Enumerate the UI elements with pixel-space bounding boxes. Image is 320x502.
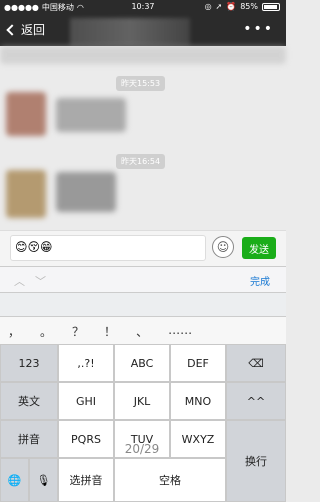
globe-icon[interactable]: 🌐: [0, 458, 29, 502]
key-123[interactable]: 123: [0, 344, 58, 382]
key-def[interactable]: DEF: [170, 344, 226, 382]
page-indicator: 20/29: [124, 442, 160, 456]
chevron-left-icon: [6, 23, 18, 36]
key-english[interactable]: 英文: [0, 382, 58, 420]
status-bar: ●●●●● 中国移动 ◠ 10:37 ◎ ➚ ⏰ 85%: [0, 0, 286, 14]
input-bar: 😊😚😁 ☺ 发送: [0, 230, 286, 266]
avatar[interactable]: [6, 170, 46, 218]
candidate-item[interactable]: ！: [104, 323, 116, 340]
key-group-left: 🌐 🎙: [0, 458, 58, 502]
timestamp: 昨天16:54: [116, 154, 166, 169]
back-button[interactable]: 返回: [6, 21, 46, 38]
key-mno[interactable]: MNO: [170, 382, 226, 420]
emoji-icon[interactable]: ☺: [212, 236, 234, 258]
direction-icon: ➚: [215, 2, 223, 11]
candidate-item[interactable]: ……: [168, 323, 192, 340]
battery-percent: 85%: [240, 2, 258, 11]
back-label: 返回: [21, 23, 46, 37]
backspace-icon[interactable]: ⌫: [226, 344, 286, 382]
key-select-pinyin[interactable]: 选拼音: [58, 458, 114, 502]
more-button[interactable]: •••: [243, 21, 274, 37]
timestamp: 昨天15:53: [116, 76, 166, 91]
alarm-icon: ⏰: [226, 2, 237, 11]
chat-area[interactable]: 昨天15:53 昨天16:54: [0, 46, 286, 230]
nav-bar: 返回 •••: [0, 14, 286, 46]
avatar[interactable]: [6, 92, 46, 136]
keyboard: 123 ,.?! ABC DEF ⌫ 英文 GHI JKL MNO ^^ 拼音 …: [0, 344, 286, 502]
microphone-icon[interactable]: 🎙: [29, 458, 58, 502]
key-space[interactable]: 空格: [114, 458, 226, 502]
clock: 10:37: [131, 2, 155, 11]
candidate-item[interactable]: ，: [8, 323, 20, 340]
key-wxyz[interactable]: WXYZ: [170, 420, 226, 458]
chevron-up-icon[interactable]: ︿: [14, 273, 25, 289]
page-title-redacted: [70, 18, 190, 46]
key-punct[interactable]: ,.?!: [58, 344, 114, 382]
message-bubble-redacted[interactable]: [56, 172, 116, 212]
key-ghi[interactable]: GHI: [58, 382, 114, 420]
candidate-item[interactable]: 。: [40, 323, 52, 340]
candidate-item[interactable]: ？: [72, 323, 84, 340]
key-pqrs[interactable]: PQRS: [58, 420, 114, 458]
message-input[interactable]: 😊😚😁: [10, 235, 206, 261]
candidate-item[interactable]: 、: [136, 323, 148, 340]
location-icon: ◎: [204, 2, 212, 11]
key-abc[interactable]: ABC: [114, 344, 170, 382]
key-emoticon[interactable]: ^^: [226, 382, 286, 420]
message-bubble-redacted[interactable]: [56, 98, 126, 132]
chevron-down-icon[interactable]: ﹀: [35, 273, 46, 289]
done-button[interactable]: 完成: [250, 273, 270, 288]
keyboard-toolbar: ︿ ﹀ 完成: [0, 266, 286, 292]
candidate-bar-empty: [0, 292, 286, 316]
key-jkl[interactable]: JKL: [114, 382, 170, 420]
battery-icon: [262, 2, 280, 11]
key-enter[interactable]: 换行: [226, 420, 286, 502]
key-tuv[interactable]: TUV 20/29: [114, 420, 170, 458]
redacted-area: [0, 46, 286, 64]
candidate-bar: ， 。 ？ ！ 、 ……: [0, 316, 286, 344]
key-pinyin[interactable]: 拼音: [0, 420, 58, 458]
send-button[interactable]: 发送: [242, 237, 276, 259]
